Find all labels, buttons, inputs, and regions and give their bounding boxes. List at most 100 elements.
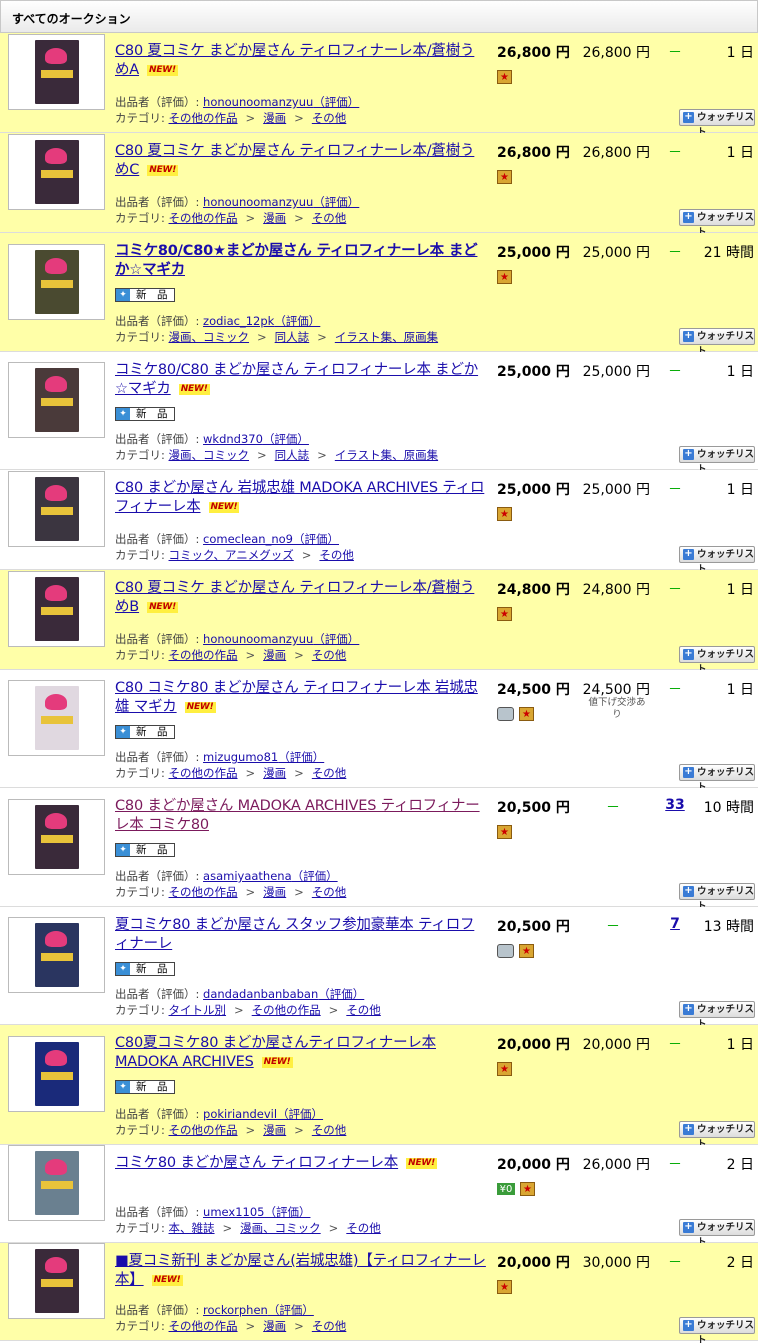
seller-link[interactable]: honounoomanzyuu	[203, 632, 313, 646]
watchlist-button[interactable]: ウォッチリスト	[679, 1317, 755, 1343]
category-link[interactable]: 同人誌	[275, 330, 310, 344]
category-link[interactable]: 漫画	[263, 111, 286, 125]
category-link[interactable]: 漫画	[263, 885, 286, 899]
item-thumbnail[interactable]	[8, 362, 105, 438]
watchlist-button[interactable]: ウォッチリスト	[679, 646, 755, 675]
category-link[interactable]: その他の作品	[169, 1319, 238, 1333]
category-link[interactable]: イラスト集、原画集	[335, 448, 438, 462]
item-thumbnail[interactable]	[8, 680, 105, 756]
category-link[interactable]: 同人誌	[275, 448, 310, 462]
seller-link[interactable]: pokiriandevil	[203, 1107, 277, 1121]
rating-link[interactable]: （評価）	[278, 750, 324, 764]
item-title-link[interactable]: コミケ80/C80 まどか屋さん ティロフィナーレ本 まどか☆マギカ NEW!	[115, 361, 487, 399]
buyout-price: 30,000 円	[582, 1255, 650, 1271]
category-link[interactable]: 漫画	[263, 211, 286, 225]
category-link[interactable]: 漫画、コミック	[169, 448, 250, 462]
item-title-link[interactable]: 夏コミケ80 まどか屋さん スタッフ参加豪華本 ティロフィナーレ	[115, 916, 487, 954]
rating-link[interactable]: （評価）	[293, 532, 339, 546]
seller-link[interactable]: comeclean_no9	[203, 532, 293, 546]
category-link[interactable]: コミック、アニメグッズ	[169, 548, 294, 562]
item-title-link[interactable]: コミケ80/C80★まどか屋さん ティロフィナーレ本 まどか☆マギカ	[115, 242, 487, 280]
item-thumbnail[interactable]	[8, 471, 105, 547]
seller-link[interactable]: mizugumo81	[203, 750, 278, 764]
category-link[interactable]: タイトル別	[169, 1003, 227, 1017]
rating-link[interactable]: （評価）	[264, 1205, 310, 1219]
item-thumbnail[interactable]	[8, 1145, 105, 1221]
watchlist-button[interactable]: ウォッチリスト	[679, 764, 755, 793]
item-thumbnail[interactable]	[8, 917, 105, 993]
category-link[interactable]: その他の作品	[169, 211, 238, 225]
category-link[interactable]: 漫画	[263, 648, 286, 662]
item-title-link[interactable]: コミケ80 まどか屋さん ティロフィナーレ本 NEW!	[115, 1154, 487, 1173]
category-link[interactable]: その他の作品	[169, 648, 238, 662]
category-link[interactable]: その他の作品	[169, 1123, 238, 1137]
rating-link[interactable]: （評価）	[313, 632, 359, 646]
rating-link[interactable]: （評価）	[263, 432, 309, 446]
category-link[interactable]: 漫画	[263, 1123, 286, 1137]
category-link[interactable]: 漫画	[263, 1319, 286, 1333]
rating-link[interactable]: （評価）	[313, 195, 359, 209]
item-title-link[interactable]: C80 コミケ80 まどか屋さん ティロフィナーレ本 岩城忠雄 マギカ NEW!	[115, 679, 487, 717]
category-link[interactable]: その他	[312, 1123, 347, 1137]
rating-link[interactable]: （評価）	[268, 1303, 314, 1317]
rating-link[interactable]: （評価）	[318, 987, 364, 1001]
category-link[interactable]: その他の作品	[169, 885, 238, 899]
item-thumbnail[interactable]	[8, 134, 105, 210]
bid-count[interactable]: 33	[660, 797, 690, 813]
item-thumbnail[interactable]	[8, 244, 105, 320]
item-thumbnail[interactable]	[8, 34, 105, 110]
item-title-link[interactable]: ■夏コミ新刊 まどか屋さん(岩城忠雄)【ティロフィナーレ本】 NEW!	[115, 1252, 487, 1290]
rating-link[interactable]: （評価）	[313, 95, 359, 109]
new-condition-badge: ✦ 新 品	[115, 407, 175, 421]
seller-link[interactable]: rockorphen	[203, 1303, 268, 1317]
seller-link[interactable]: umex1105	[203, 1205, 264, 1219]
watchlist-button[interactable]: ウォッチリスト	[679, 1219, 755, 1248]
item-thumbnail[interactable]	[8, 571, 105, 647]
category-link[interactable]: その他の作品	[169, 111, 238, 125]
category-link[interactable]: その他	[312, 648, 347, 662]
item-title-link[interactable]: C80 まどか屋さん MADOKA ARCHIVES ティロフィナーレ本 コミケ…	[115, 797, 487, 835]
category-link[interactable]: その他の作品	[252, 1003, 321, 1017]
category-link[interactable]: 漫画、コミック	[240, 1221, 321, 1235]
watchlist-button[interactable]: ウォッチリスト	[679, 546, 755, 575]
category-link[interactable]: その他	[312, 1319, 347, 1333]
watchlist-button[interactable]: ウォッチリスト	[679, 328, 755, 357]
seller-link[interactable]: asamiyaathena	[203, 869, 292, 883]
category-link[interactable]: その他	[312, 766, 347, 780]
item-thumbnail[interactable]	[8, 1243, 105, 1319]
seller-link[interactable]: honounoomanzyuu	[203, 95, 313, 109]
category-link[interactable]: 本、雑誌	[169, 1221, 215, 1235]
category-link[interactable]: イラスト集、原画集	[335, 330, 438, 344]
item-title-link[interactable]: C80夏コミケ80 まどか屋さんティロフィナーレ本 MADOKA ARCHIVE…	[115, 1034, 487, 1072]
watchlist-button[interactable]: ウォッチリスト	[679, 1001, 755, 1030]
seller-link[interactable]: wkdnd370	[203, 432, 263, 446]
category-link[interactable]: その他	[312, 211, 347, 225]
bid-count[interactable]: 7	[660, 916, 690, 932]
category-link[interactable]: その他	[312, 111, 347, 125]
watchlist-button[interactable]: ウォッチリスト	[679, 883, 755, 912]
category-link[interactable]: その他	[346, 1221, 381, 1235]
category-link[interactable]: 漫画	[263, 766, 286, 780]
item-title-link[interactable]: C80 夏コミケ まどか屋さん ティロフィナーレ本/蒼樹うめC NEW!	[115, 142, 487, 180]
rating-link[interactable]: （評価）	[277, 1107, 323, 1121]
seller-link[interactable]: dandadanbanbaban	[203, 987, 318, 1001]
item-thumbnail[interactable]	[8, 1036, 105, 1112]
watchlist-button[interactable]: ウォッチリスト	[679, 209, 755, 238]
rating-link[interactable]: （評価）	[274, 314, 320, 328]
watchlist-button[interactable]: ウォッチリスト	[679, 1121, 755, 1150]
category-link[interactable]: その他	[312, 885, 347, 899]
watchlist-button[interactable]: ウォッチリスト	[679, 109, 755, 138]
item-thumbnail[interactable]	[8, 799, 105, 875]
category-link[interactable]: その他	[346, 1003, 381, 1017]
category-link[interactable]: 漫画、コミック	[169, 330, 250, 344]
item-title-link[interactable]: C80 夏コミケ まどか屋さん ティロフィナーレ本/蒼樹うめB NEW!	[115, 579, 487, 617]
watchlist-button[interactable]: ウォッチリスト	[679, 446, 755, 475]
item-title-link[interactable]: C80 夏コミケ まどか屋さん ティロフィナーレ本/蒼樹うめA NEW!	[115, 42, 487, 80]
item-title-link[interactable]: C80 まどか屋さん 岩城忠雄 MADOKA ARCHIVES ティロフィナーレ…	[115, 479, 487, 517]
seller-link[interactable]: honounoomanzyuu	[203, 195, 313, 209]
category-link[interactable]: その他の作品	[169, 766, 238, 780]
seller-info: 出品者（評価）: dandadanbanbaban（評価）	[115, 986, 364, 1002]
rating-link[interactable]: （評価）	[292, 869, 338, 883]
seller-link[interactable]: zodiac_12pk	[203, 314, 274, 328]
category-link[interactable]: その他	[319, 548, 354, 562]
